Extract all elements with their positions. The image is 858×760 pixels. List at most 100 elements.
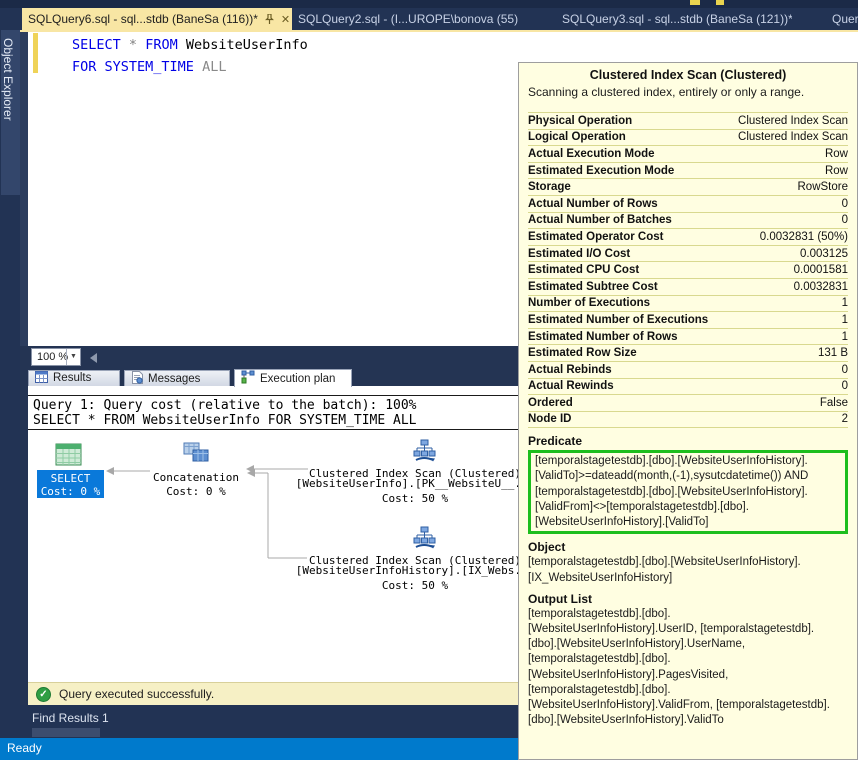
- code-token: *: [129, 37, 137, 53]
- tab-label: SQLQuery6.sql - sql...stdb (BaneSa (116)…: [28, 12, 258, 26]
- ssms-window: SQLQuery6.sql - sql...stdb (BaneSa (116)…: [0, 0, 858, 760]
- tooltip-row: Node ID2: [528, 412, 848, 429]
- tooltip-row-label: Actual Execution Mode: [528, 148, 655, 160]
- tab-sqlquery6[interactable]: SQLQuery6.sql - sql...stdb (BaneSa (116)…: [22, 8, 292, 30]
- tooltip-row-label: Ordered: [528, 397, 573, 409]
- concatenation-node-cost: Cost: 0 %: [148, 485, 244, 498]
- tooltip-row-value: Row: [825, 148, 848, 160]
- change-tracking-bar: [33, 33, 38, 73]
- select-operator-icon[interactable]: [55, 443, 82, 471]
- code-token: FROM: [145, 37, 178, 53]
- tab-results[interactable]: Results: [28, 370, 120, 386]
- code-token: FOR SYSTEM_TIME: [72, 59, 194, 75]
- code-token: [178, 37, 186, 53]
- tooltip-row: Estimated Execution Mode Row: [528, 163, 848, 180]
- left-dock-strip: Object Explorer: [0, 8, 20, 738]
- tooltip-row-label: Actual Number of Rows: [528, 198, 658, 210]
- tab-execution-plan[interactable]: Execution plan: [234, 369, 352, 387]
- tooltip-row: Actual Number of Rows0: [528, 196, 848, 213]
- zoom-level-value: 100 %: [37, 351, 68, 363]
- tooltip-section-heading: Output List: [528, 592, 848, 606]
- chevron-down-icon[interactable]: ▼: [66, 349, 80, 365]
- tooltip-row: Estimated I/O Cost0.003125: [528, 246, 848, 263]
- tooltip-row-label: Number of Executions: [528, 297, 650, 309]
- tab-label: SQLQuery3.sql - sql...stdb (BaneSa (121)…: [562, 12, 792, 26]
- tooltip-title: Clustered Index Scan (Clustered): [528, 68, 848, 82]
- tooltip-row-value: 0: [842, 364, 848, 376]
- tooltip-row-label: Storage: [528, 181, 571, 193]
- tooltip-row-label: Estimated Number of Rows: [528, 331, 678, 343]
- tab-label: Results: [53, 372, 91, 384]
- clustered-index-scan-icon[interactable]: [413, 526, 436, 554]
- tab-label: Query: [832, 12, 858, 26]
- close-icon[interactable]: ✕: [281, 10, 290, 30]
- tooltip-row-label: Actual Number of Batches: [528, 214, 672, 226]
- tooltip-section-heading: Predicate: [528, 434, 848, 448]
- tooltip-row: Estimated Number of Executions 1: [528, 312, 848, 329]
- zoom-level-select[interactable]: 100 % ▼: [31, 348, 81, 366]
- select-node-highlighted[interactable]: SELECT Cost: 0 %: [37, 470, 104, 498]
- tooltip-row-value: 1: [842, 314, 848, 326]
- concatenation-operator-icon[interactable]: [182, 441, 212, 470]
- tooltip-row: OrderedFalse: [528, 395, 848, 412]
- tooltip-row: Logical Operation Clustered Index Scan: [528, 130, 848, 147]
- tooltip-row: StorageRowStore: [528, 179, 848, 196]
- tooltip-row-label: Logical Operation: [528, 131, 626, 143]
- operator-tooltip: Clustered Index Scan (Clustered) Scannin…: [518, 62, 858, 760]
- execution-plan-icon: [241, 370, 255, 389]
- tooltip-row-value: 1: [842, 331, 848, 343]
- tooltip-row-label: Node ID: [528, 413, 571, 425]
- title-bar-remnant: [0, 0, 858, 8]
- tooltip-row-value: 1: [842, 297, 848, 309]
- select-node-cost: Cost: 0 %: [37, 485, 104, 498]
- editor-left-gutter: [20, 32, 28, 346]
- tooltip-row-label: Estimated Subtree Cost: [528, 281, 658, 293]
- pin-icon[interactable]: [265, 10, 274, 30]
- scan2-object: [WebsiteUserInfoHistory].[IX_Webs...: [288, 564, 542, 577]
- sql-code[interactable]: SELECT * FROM WebsiteUserInfo FOR SYSTEM_…: [72, 34, 308, 78]
- tooltip-row-value: 0.0001581: [794, 264, 848, 276]
- tab-sqlquery3[interactable]: SQLQuery3.sql - sql...stdb (BaneSa (121)…: [556, 8, 792, 30]
- tooltip-row-label: Actual Rewinds: [528, 380, 614, 392]
- tooltip-sections: Predicate [temporalstagetestdb].[dbo].[We…: [528, 434, 848, 728]
- tooltip-row-label: Estimated CPU Cost: [528, 264, 639, 276]
- tab-sqlquery2[interactable]: SQLQuery2.sql - (I...UROPE\bonova (55))*: [292, 8, 518, 30]
- tooltip-row: Estimated Subtree Cost 0.0032831: [528, 279, 848, 296]
- tab-query-partial[interactable]: Query: [826, 8, 858, 30]
- select-node-label: SELECT: [37, 472, 104, 485]
- object-explorer-tab[interactable]: Object Explorer: [1, 30, 20, 195]
- tooltip-row-value: Row: [825, 165, 848, 177]
- scroll-left-arrow-icon[interactable]: [90, 353, 97, 363]
- tooltip-row-value: 0.0032831: [794, 281, 848, 293]
- code-token: SELECT: [72, 37, 121, 53]
- success-check-icon: ✓: [36, 687, 51, 702]
- success-message: Query executed successfully.: [59, 687, 214, 701]
- tab-label: Execution plan: [260, 373, 335, 385]
- code-line: FOR SYSTEM_TIME ALL: [72, 56, 308, 78]
- clustered-index-scan-icon[interactable]: [413, 439, 436, 467]
- tooltip-row-label: Physical Operation: [528, 115, 632, 127]
- tooltip-row: Actual Number of Batches0: [528, 213, 848, 230]
- tooltip-row-value: Clustered Index Scan: [738, 131, 848, 143]
- tooltip-section-text: [temporalstagetestdb].[dbo].[WebsiteUser…: [528, 555, 848, 585]
- scrollbar-stub[interactable]: [32, 728, 100, 737]
- scan2-cost: Cost: 50 %: [288, 579, 542, 592]
- tooltip-row-label: Estimated Number of Executions: [528, 314, 708, 326]
- tooltip-row-value: 0: [842, 380, 848, 392]
- code-token: WebsiteUserInfo: [186, 37, 308, 53]
- find-results-tab[interactable]: Find Results 1: [32, 711, 109, 725]
- tab-messages[interactable]: Messages: [124, 370, 230, 386]
- scan1-cost: Cost: 50 %: [288, 492, 542, 505]
- object-explorer-label: Object Explorer: [1, 30, 17, 121]
- tooltip-row-value: Clustered Index Scan: [738, 115, 848, 127]
- code-token: ALL: [202, 59, 226, 75]
- scan1-object: [WebsiteUserInfo].[PK__WebsiteU__...: [288, 477, 542, 490]
- tooltip-row-label: Estimated Execution Mode: [528, 165, 674, 177]
- concatenation-node-label[interactable]: Concatenation: [148, 471, 244, 484]
- tooltip-row-value: 131 B: [818, 347, 848, 359]
- toolbar-remnant-icon: [716, 0, 724, 5]
- tooltip-row-label: Estimated Row Size: [528, 347, 637, 359]
- tooltip-section-heading: Object: [528, 540, 848, 554]
- tooltip-row-label: Estimated I/O Cost: [528, 248, 630, 260]
- tooltip-predicate-highlighted: [temporalstagetestdb].[dbo].[WebsiteUser…: [528, 450, 848, 534]
